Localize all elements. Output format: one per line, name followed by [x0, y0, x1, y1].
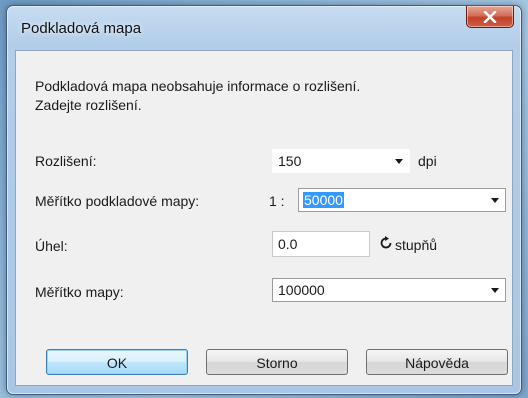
resolution-select[interactable]: 150	[272, 149, 410, 173]
help-button[interactable]: Nápověda	[366, 349, 508, 375]
map-scale-select[interactable]: 100000	[272, 278, 506, 302]
base-scale-prefix: 1 :	[269, 193, 285, 209]
close-button[interactable]	[466, 6, 514, 28]
resolution-value: 150	[278, 153, 302, 169]
close-icon	[483, 10, 497, 23]
angle-label: Úhel:	[35, 238, 68, 254]
dialog-window: Podkladová mapa Podkladová mapa neobsahu…	[6, 5, 522, 395]
ok-button[interactable]: OK	[46, 349, 188, 375]
info-message-line1: Podkladová mapa neobsahuje informace o r…	[35, 78, 361, 94]
angle-value: 0.0	[278, 236, 298, 252]
dialog-title: Podkladová mapa	[21, 20, 142, 37]
map-scale-value: 100000	[278, 282, 325, 298]
base-scale-value: 50000	[303, 192, 344, 208]
resolution-unit: dpi	[418, 153, 437, 169]
info-message: Podkladová mapa neobsahuje informace o r…	[35, 77, 360, 115]
dialog-body: Podkladová mapa neobsahuje informace o r…	[15, 50, 513, 386]
chevron-down-icon	[491, 288, 499, 293]
map-scale-label: Měřítko mapy:	[35, 284, 124, 300]
angle-unit: stupňů	[395, 237, 438, 253]
base-scale-select[interactable]: 50000	[298, 188, 506, 212]
angle-input[interactable]: 0.0	[272, 231, 370, 257]
rotate-icon	[380, 236, 392, 249]
chevron-down-icon	[491, 198, 499, 203]
cancel-button[interactable]: Storno	[206, 349, 348, 375]
resolution-label: Rozlišení:	[35, 153, 97, 169]
chevron-down-icon	[395, 159, 403, 164]
base-scale-label: Měřítko podkladové mapy:	[35, 193, 200, 209]
info-message-line2: Zadejte rozlišení.	[35, 97, 142, 113]
